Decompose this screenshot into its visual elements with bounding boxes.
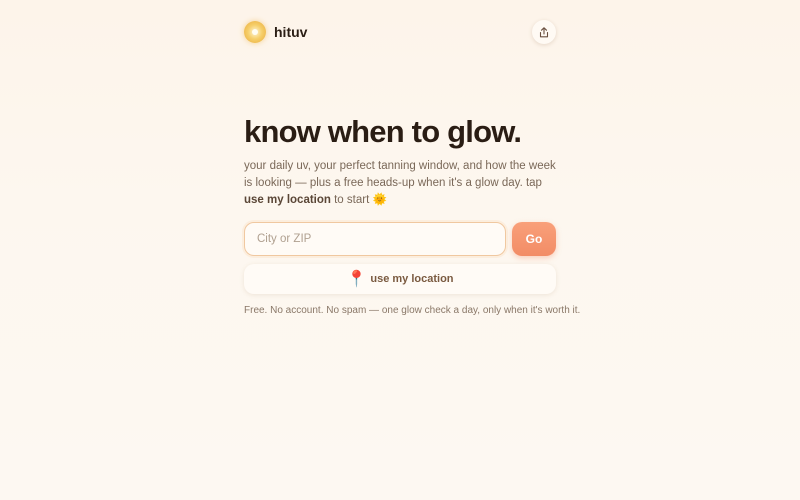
page-title: know when to glow. xyxy=(244,114,522,149)
city-zip-input[interactable] xyxy=(244,222,506,256)
use-location-label: use my location xyxy=(370,273,454,285)
sun-glow-icon xyxy=(244,21,266,43)
share-icon xyxy=(539,26,549,37)
go-button[interactable]: Go xyxy=(512,222,556,256)
search-form: Go xyxy=(244,222,556,256)
logo-core xyxy=(252,29,258,35)
brand[interactable]: hituv xyxy=(244,21,307,43)
subtext-part1: your daily uv, your perfect tanning wind… xyxy=(244,160,556,189)
use-location-button[interactable]: 📍 use my location xyxy=(244,264,556,294)
subtext-part2: to start xyxy=(330,194,373,206)
hero-section: know when to glow. your daily uv, your p… xyxy=(244,112,556,209)
share-button[interactable] xyxy=(532,20,556,44)
footer-note: Free. No account. No spam — one glow che… xyxy=(244,305,581,316)
subtext-bold: use my location xyxy=(244,194,331,206)
brand-name: hituv xyxy=(274,24,308,40)
app-header: hituv xyxy=(244,18,556,46)
sun-emoji-icon: 🌞 xyxy=(372,194,387,206)
hero-description: your daily uv, your perfect tanning wind… xyxy=(244,158,556,209)
pin-icon: 📍 xyxy=(346,271,367,288)
